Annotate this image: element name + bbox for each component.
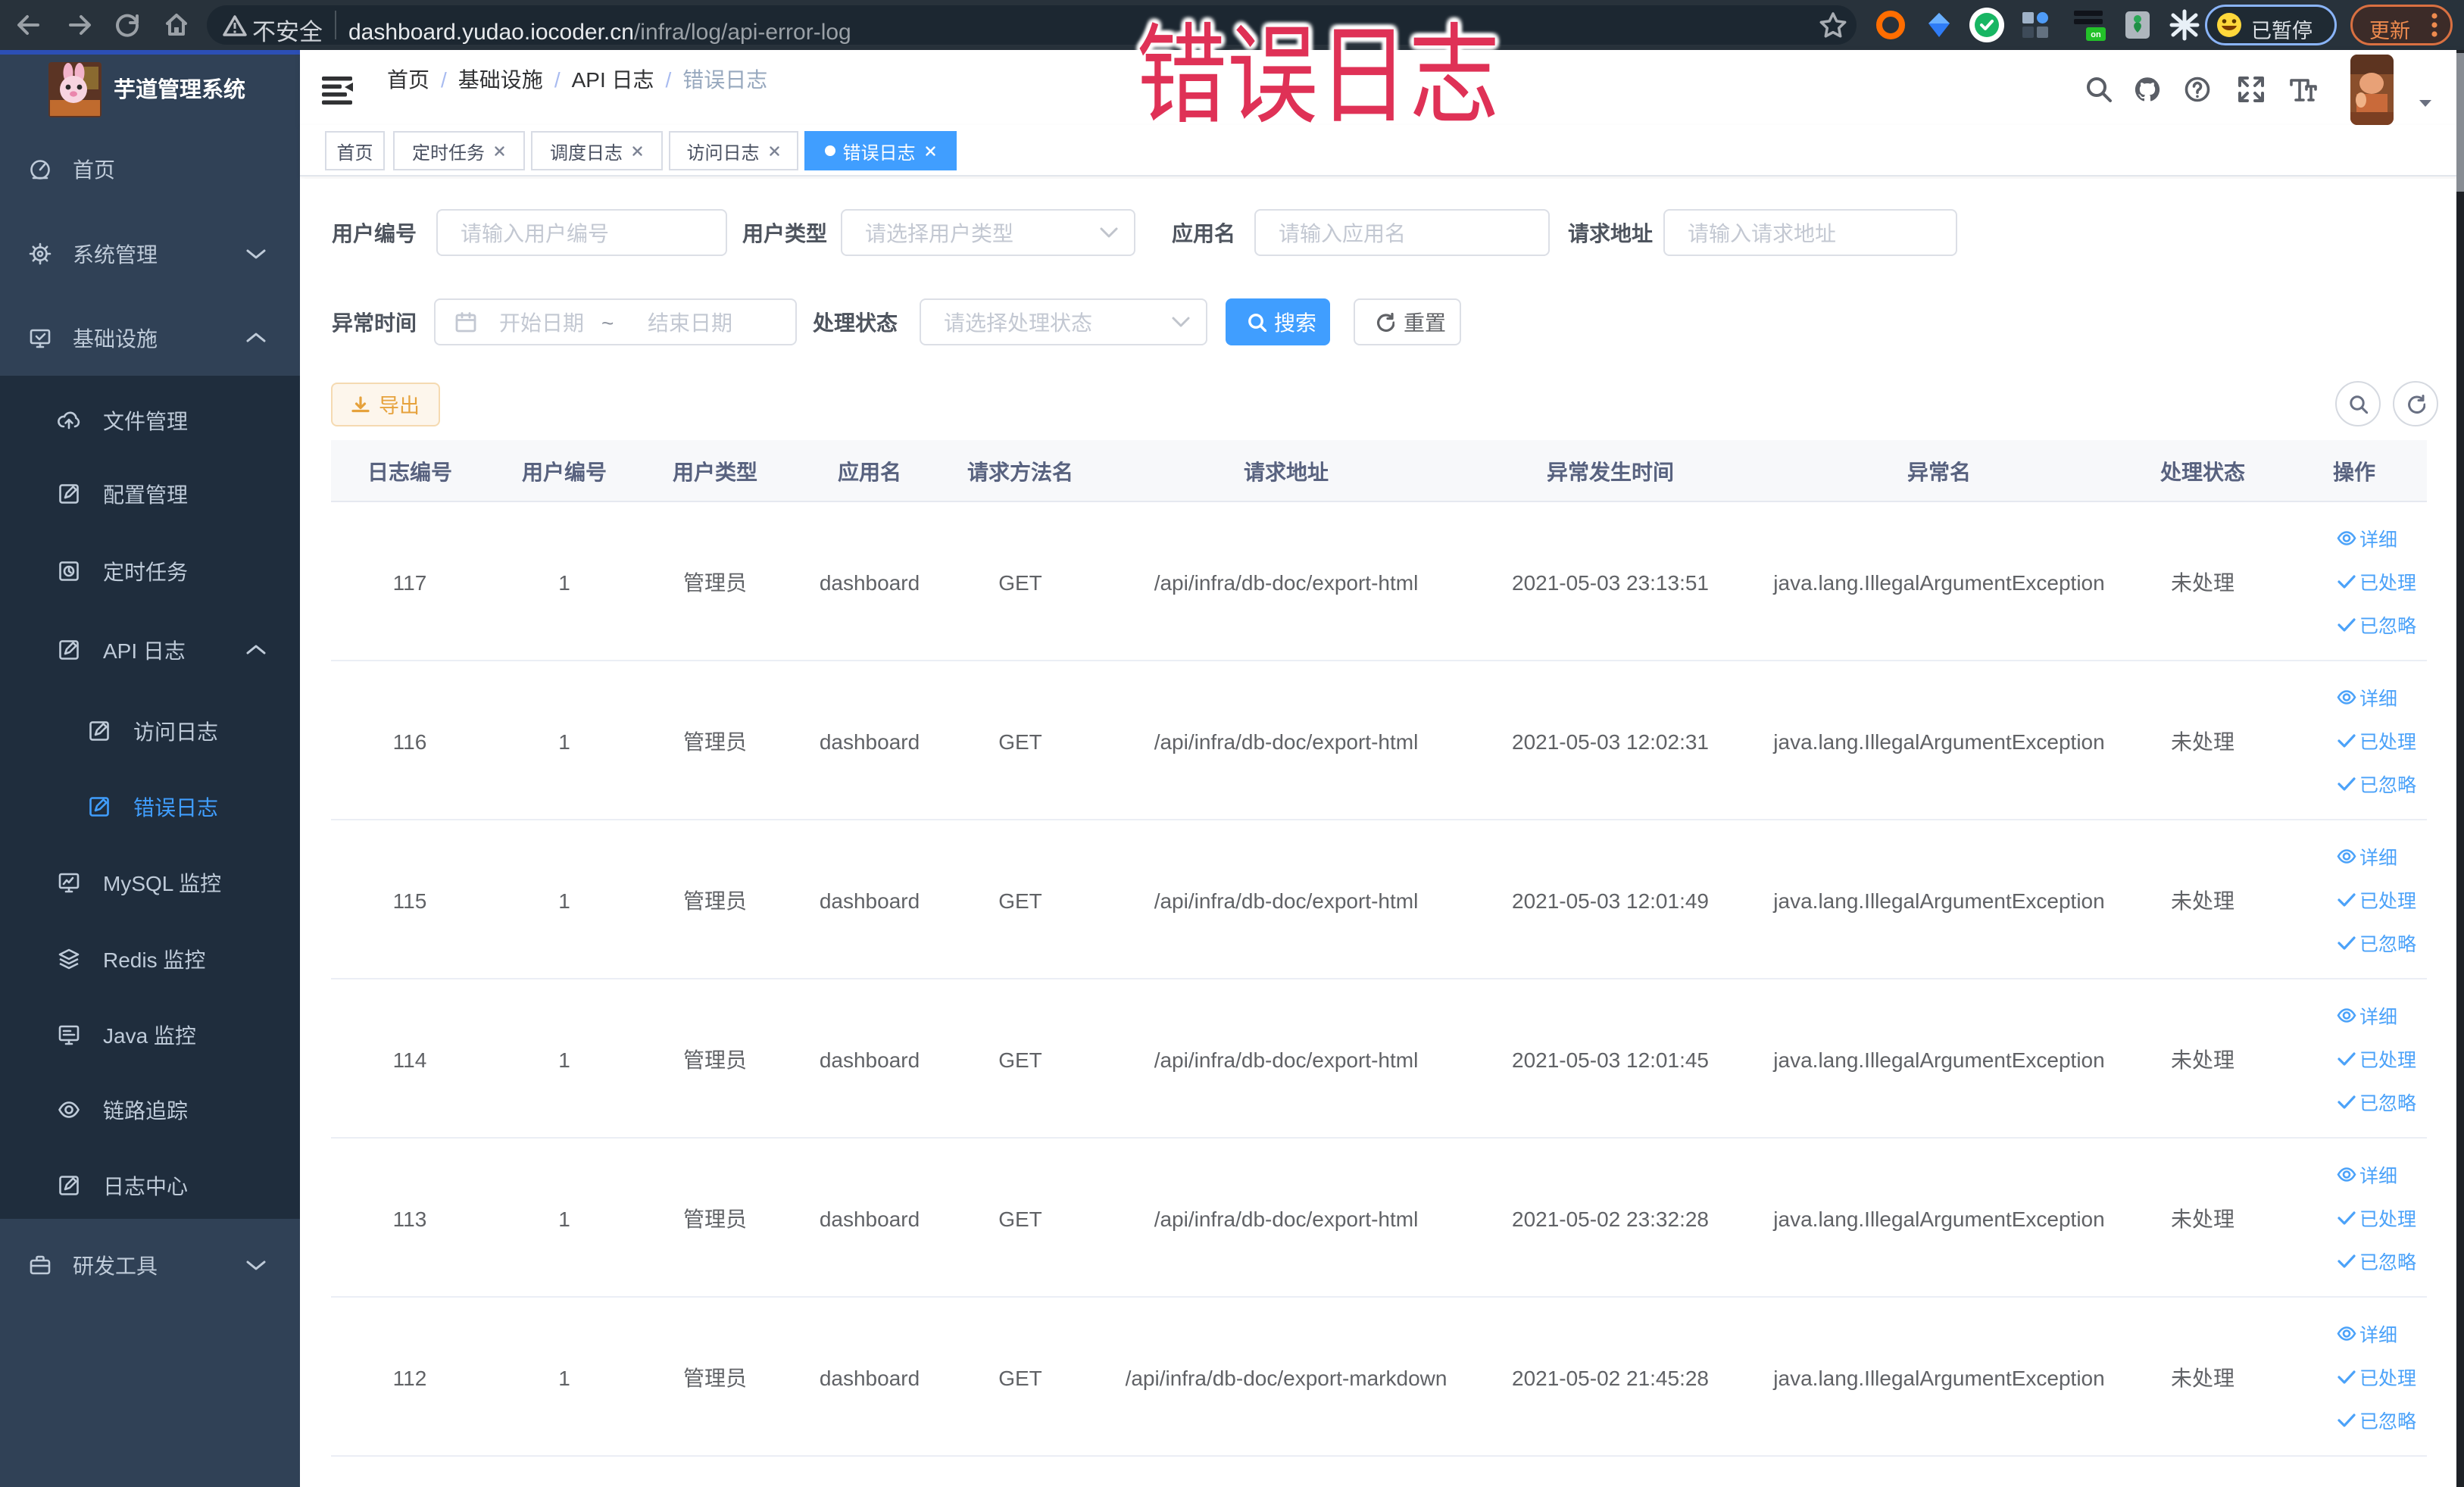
svg-text:on: on: [2091, 30, 2101, 39]
